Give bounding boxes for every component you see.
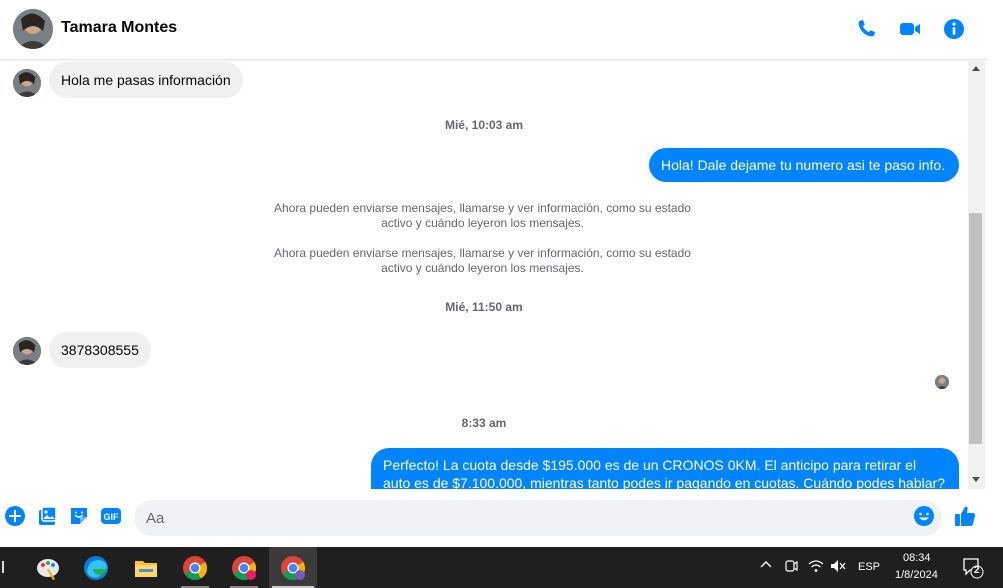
wifi-icon[interactable] — [808, 559, 824, 576]
phone-icon[interactable] — [854, 17, 878, 41]
paint-icon[interactable] — [35, 555, 61, 581]
volume-muted-icon[interactable] — [830, 559, 846, 576]
meet-now-icon[interactable] — [784, 559, 798, 576]
window-edge — [987, 0, 1003, 547]
sticker-icon[interactable] — [68, 505, 90, 527]
video-call-icon[interactable] — [898, 17, 922, 41]
outgoing-message[interactable]: Perfecto! La cuota desde $195.000 es de … — [371, 448, 959, 489]
message-list[interactable]: Hola me pasas información Mié, 10:03 am … — [0, 61, 968, 489]
notification-icon[interactable]: 2 — [962, 557, 984, 582]
incoming-message[interactable]: 3878308555 — [49, 332, 151, 368]
edge-icon[interactable] — [83, 555, 109, 581]
message-timestamp: 8:33 am — [461, 416, 507, 430]
emoji-icon[interactable] — [913, 505, 935, 527]
chrome-icon[interactable] — [182, 555, 208, 581]
message-composer: GIF Aa — [0, 497, 987, 539]
gif-icon[interactable]: GIF — [100, 505, 122, 527]
message-timestamp: Mié, 11:50 am — [445, 300, 523, 314]
clock-time[interactable]: 08:34 — [903, 552, 931, 564]
image-icon[interactable] — [36, 505, 58, 527]
chat-header: Tamara Montes — [0, 0, 987, 60]
scroll-down-arrow[interactable] — [972, 477, 980, 482]
contact-avatar-small[interactable] — [13, 337, 41, 365]
chevron-up-icon[interactable] — [760, 559, 772, 574]
contact-name[interactable]: Tamara Montes — [61, 19, 177, 37]
scroll-thumb[interactable] — [969, 213, 982, 444]
clock-date[interactable]: 1/8/2024 — [895, 569, 938, 581]
windows-taskbar: ESP 08:34 1/8/2024 2 — [0, 547, 1003, 588]
taskbar-edge-marker — [2, 561, 4, 573]
contact-avatar[interactable] — [13, 9, 53, 49]
scroll-up-arrow[interactable] — [972, 66, 980, 71]
chrome-incognito-icon[interactable] — [280, 555, 306, 581]
contact-avatar-small[interactable] — [13, 69, 41, 97]
message-input[interactable]: Aa — [134, 500, 942, 536]
add-icon[interactable] — [4, 505, 26, 527]
messenger-window: Tamara Montes Hola me pasas información … — [0, 0, 1003, 547]
gif-label: GIF — [104, 512, 120, 522]
system-notice: Ahora pueden enviarse mensajes, llamarse… — [274, 201, 691, 230]
language-indicator[interactable]: ESP — [858, 561, 880, 573]
message-input-placeholder: Aa — [146, 510, 165, 527]
chrome-profile-icon[interactable] — [231, 555, 257, 581]
read-receipt-avatar — [935, 375, 949, 389]
message-timestamp: Mié, 10:03 am — [444, 118, 524, 132]
system-notice: Ahora pueden enviarse mensajes, llamarse… — [274, 246, 691, 275]
info-icon[interactable] — [942, 17, 966, 41]
notification-count: 2 — [974, 565, 980, 576]
chat-scrollbar[interactable] — [968, 61, 985, 489]
file-explorer-icon[interactable] — [133, 555, 159, 581]
incoming-message[interactable]: Hola me pasas información — [49, 62, 243, 98]
outgoing-message[interactable]: Hola! Dale dejame tu numero asi te paso … — [649, 148, 959, 182]
like-icon[interactable] — [953, 504, 976, 526]
